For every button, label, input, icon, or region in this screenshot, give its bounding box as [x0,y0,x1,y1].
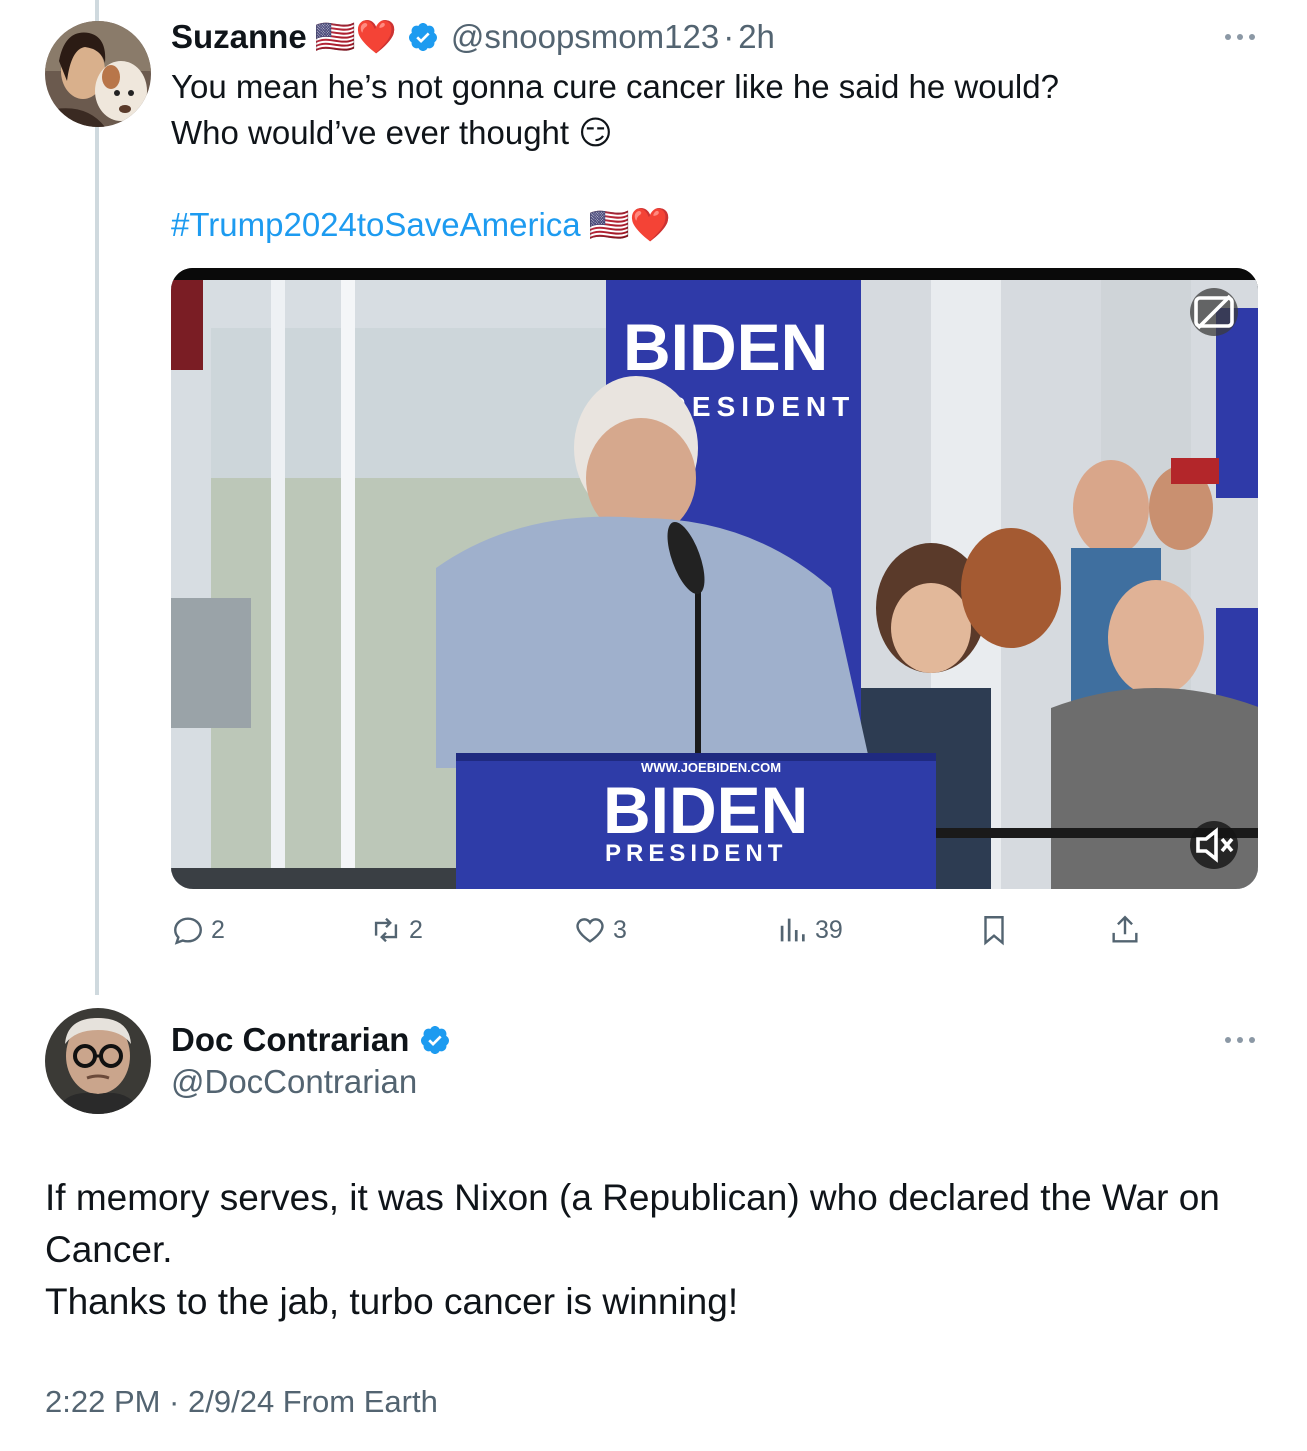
more-icon[interactable] [1225,1035,1255,1045]
reply-author-row: Doc Contrarian [171,1018,451,1062]
separator-dot: · [723,18,735,55]
views-count: 39 [815,915,843,944]
author-handle[interactable]: @snoopsmom123 [451,18,719,56]
video-frame: BIDEN PRESIDENT WWW.JOEBIDEN.COM BIDEN P… [171,268,1258,889]
tweet-header: Suzanne 🇺🇸❤️ @snoopsmom123 · 2h [171,16,775,58]
repost-icon [374,917,398,943]
captions-icon[interactable] [1190,288,1238,336]
more-icon[interactable] [1225,32,1255,42]
repost-count: 2 [409,915,423,944]
name-emojis: 🇺🇸❤️ [314,17,397,55]
repost-button[interactable]: 2 [369,910,423,950]
avatar-doc-contrarian[interactable] [45,1008,151,1114]
share-icon [1112,915,1138,943]
tweet-video[interactable]: BIDEN PRESIDENT WWW.JOEBIDEN.COM BIDEN P… [171,268,1258,889]
verified-badge-icon [419,1024,451,1056]
views-icon [780,918,805,942]
avatar-suzanne[interactable] [45,21,151,127]
share-button[interactable] [1108,910,1148,950]
reply-count: 2 [211,915,225,944]
hashtag-link[interactable]: #Trump2024toSaveAmerica [171,202,581,248]
like-icon [576,918,604,943]
bookmark-button[interactable] [977,910,1017,950]
like-button[interactable]: 3 [573,910,627,950]
author-name[interactable]: Suzanne [171,18,307,56]
reply-text-line: Thanks to the jab, turbo cancer is winni… [45,1281,739,1322]
avatar-image [45,21,151,127]
reply-author-name[interactable]: Doc Contrarian [171,1021,409,1059]
podium-text-big: BIDEN [603,773,808,847]
tweet-text-line: You mean he’s not gonna cure cancer like… [171,68,1059,105]
tweet-action-bar: 2 2 3 39 [171,910,1171,950]
reply-button[interactable]: 2 [171,910,225,950]
avatar-image [45,1008,151,1114]
verified-badge-icon [407,21,439,53]
mute-icon[interactable] [1190,821,1238,869]
views-button[interactable]: 39 [775,910,843,950]
reply-text: If memory serves, it was Nixon (a Republ… [45,1172,1275,1328]
bookmark-icon [984,916,1004,946]
reply-author-handle[interactable]: @DocContrarian [171,1060,417,1104]
like-count: 3 [613,915,627,944]
reply-text-line: Cancer. [45,1229,173,1270]
thread-connector-line [95,0,99,995]
hashtag-line: #Trump2024toSaveAmerica 🇺🇸❤️ [171,202,671,248]
podium-text-sub: PRESIDENT [605,840,787,867]
tweet-text: You mean he’s not gonna cure cancer like… [171,64,1059,156]
reply-text-line: If memory serves, it was Nixon (a Republ… [45,1177,1220,1218]
hashtag-emojis: 🇺🇸❤️ [588,206,671,243]
banner-text-big: BIDEN [623,310,828,384]
tweet-time[interactable]: 2h [738,18,775,56]
reply-timestamp[interactable]: 2:22 PM · 2/9/24 From Earth [45,1380,438,1424]
tweet-text-line: Who would’ve ever thought 😏 [171,114,613,151]
reply-icon [174,917,202,945]
